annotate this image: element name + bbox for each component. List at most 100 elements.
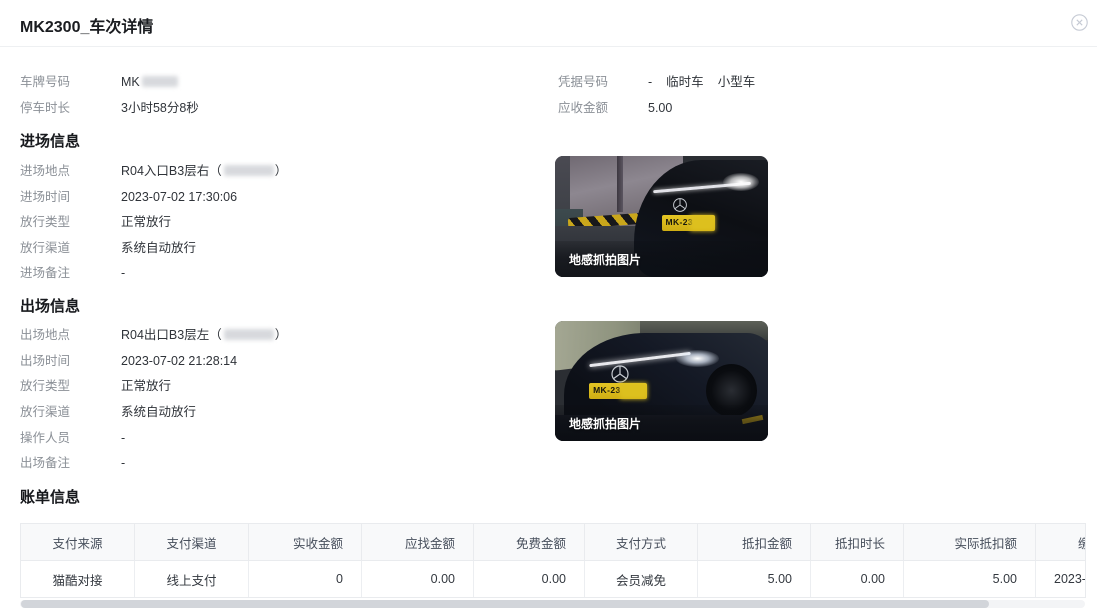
cell-received-amount: 0 <box>249 561 362 597</box>
field-label: 凭据号码 <box>558 74 608 90</box>
close-icon <box>1071 14 1088 31</box>
field-label: 进场地点 <box>20 163 70 179</box>
field-operator: 操作人员 - <box>20 430 540 446</box>
field-label: 进场时间 <box>20 189 70 205</box>
field-value: - <box>648 75 652 89</box>
field-exit-remark: 出场备注 - <box>20 455 540 471</box>
license-plate: MK-23 <box>662 215 715 231</box>
license-plate: MK-23 <box>589 383 647 399</box>
cell-payment-method: 会员减免 <box>585 561 698 597</box>
mercedes-star-icon <box>672 197 688 213</box>
field-label: 应收金额 <box>558 100 608 116</box>
garage-pole <box>617 156 623 212</box>
field-value: 系统自动放行 <box>121 240 196 256</box>
column-header: 抵扣时长 <box>811 524 904 561</box>
field-receivable-amount: 应收金额 5.00 <box>558 100 1078 116</box>
field-label: 进场备注 <box>20 265 70 281</box>
vehicle-type-tag: 临时车 <box>666 75 704 89</box>
field-exit-location: 出场地点 R04出口B3层左（ ） <box>20 327 540 343</box>
field-plate-number: 车牌号码 MK <box>20 74 540 90</box>
field-value: 2023-07-02 21:28:14 <box>121 353 237 369</box>
redacted-blur <box>142 76 178 87</box>
exit-section-heading: 出场信息 <box>20 295 80 316</box>
field-label: 操作人员 <box>20 430 70 446</box>
cell-payment-time: 2023- <box>1036 561 1086 597</box>
field-voucher-number: 凭据号码 -临时车小型车 <box>558 74 1078 90</box>
column-header: 抵扣金额 <box>698 524 811 561</box>
field-value: 正常放行 <box>121 378 171 394</box>
horizontal-scrollbar-thumb[interactable] <box>21 600 989 608</box>
column-header: 支付渠道 <box>135 524 249 561</box>
field-parking-duration: 停车时长 3小时58分8秒 <box>20 100 540 116</box>
cell-payment-source: 猫酷对接 <box>21 561 135 597</box>
field-value: - <box>121 265 125 281</box>
redacted-blur <box>620 383 646 399</box>
field-value: - <box>121 430 125 446</box>
column-header: 实收金额 <box>249 524 362 561</box>
cell-payment-channel: 线上支付 <box>135 561 249 597</box>
column-header: 支付方式 <box>585 524 698 561</box>
vehicle-size-tag: 小型车 <box>718 75 756 89</box>
field-exit-release-type: 放行类型 正常放行 <box>20 378 540 394</box>
redacted-blur <box>224 329 274 340</box>
license-plate-text: MK-23 <box>593 385 621 395</box>
cell-change-amount: 0.00 <box>362 561 474 597</box>
license-plate-text: MK-23 <box>666 217 694 227</box>
photo-caption: 地感抓拍图片 <box>569 251 641 268</box>
field-value: 正常放行 <box>121 214 171 230</box>
horizontal-scrollbar-track[interactable] <box>20 600 1085 608</box>
headlight-glare <box>676 350 719 367</box>
column-header: 缴 <box>1036 524 1086 561</box>
table-header-row: 支付来源 支付渠道 实收金额 应找金额 免费金额 支付方式 抵扣金额 抵扣时长 … <box>21 524 1086 561</box>
field-label: 放行类型 <box>20 214 70 230</box>
column-header: 实际抵扣额 <box>904 524 1036 561</box>
field-label: 放行渠道 <box>20 240 70 256</box>
entry-capture-photo[interactable]: MK-23 地感抓拍图片 <box>555 156 768 277</box>
field-value: R04入口B3层右（ <box>121 164 222 178</box>
field-label: 出场时间 <box>20 353 70 369</box>
bill-table: 支付来源 支付渠道 实收金额 应找金额 免费金额 支付方式 抵扣金额 抵扣时长 … <box>20 523 1086 598</box>
field-label: 停车时长 <box>20 100 70 116</box>
field-value: - <box>121 455 125 471</box>
field-entry-time: 进场时间 2023-07-02 17:30:06 <box>20 189 540 205</box>
header-divider <box>0 46 1097 47</box>
field-label: 出场地点 <box>20 327 70 343</box>
photo-caption: 地感抓拍图片 <box>569 415 641 432</box>
cell-free-amount: 0.00 <box>474 561 585 597</box>
redacted-blur <box>690 215 714 231</box>
mercedes-star-icon <box>610 364 630 384</box>
field-exit-release-channel: 放行渠道 系统自动放行 <box>20 404 540 420</box>
field-value: 系统自动放行 <box>121 404 196 420</box>
field-value: 2023-07-02 17:30:06 <box>121 189 237 205</box>
exit-capture-photo[interactable]: MK-23 地感抓拍图片 <box>555 321 768 441</box>
cell-deduction-amount: 5.00 <box>698 561 811 597</box>
bill-section-heading: 账单信息 <box>20 486 80 507</box>
trip-detail-modal: MK2300_车次详情 车牌号码 MK 停车时长 3小时58分8秒 凭据号码 -… <box>0 0 1097 609</box>
column-header: 应找金额 <box>362 524 474 561</box>
field-entry-release-type: 放行类型 正常放行 <box>20 214 540 230</box>
column-header: 免费金额 <box>474 524 585 561</box>
close-button[interactable] <box>1071 14 1088 31</box>
field-value-suffix: ） <box>275 164 288 178</box>
cell-actual-deduction: 5.00 <box>904 561 1036 597</box>
field-exit-time: 出场时间 2023-07-02 21:28:14 <box>20 353 540 369</box>
field-value: R04出口B3层左（ <box>121 328 222 342</box>
field-label: 放行类型 <box>20 378 70 394</box>
redacted-blur <box>224 165 274 176</box>
cell-deduction-duration: 0.00 <box>811 561 904 597</box>
table-row: 猫酷对接 线上支付 0 0.00 0.00 会员减免 5.00 0.00 5.0… <box>21 561 1086 597</box>
field-label: 放行渠道 <box>20 404 70 420</box>
column-header: 支付来源 <box>21 524 135 561</box>
field-value: 5.00 <box>648 100 672 116</box>
photo-caption-overlay: 地感抓拍图片 <box>555 241 768 277</box>
field-value: 3小时58分8秒 <box>121 100 199 116</box>
field-label: 出场备注 <box>20 455 70 471</box>
field-value-suffix: ） <box>275 328 288 342</box>
field-entry-location: 进场地点 R04入口B3层右（ ） <box>20 163 540 179</box>
field-entry-remark: 进场备注 - <box>20 265 540 281</box>
field-entry-release-channel: 放行渠道 系统自动放行 <box>20 240 540 256</box>
entry-section-heading: 进场信息 <box>20 130 80 151</box>
field-label: 车牌号码 <box>20 74 70 90</box>
page-title: MK2300_车次详情 <box>20 13 153 37</box>
field-value: MK <box>121 75 140 89</box>
